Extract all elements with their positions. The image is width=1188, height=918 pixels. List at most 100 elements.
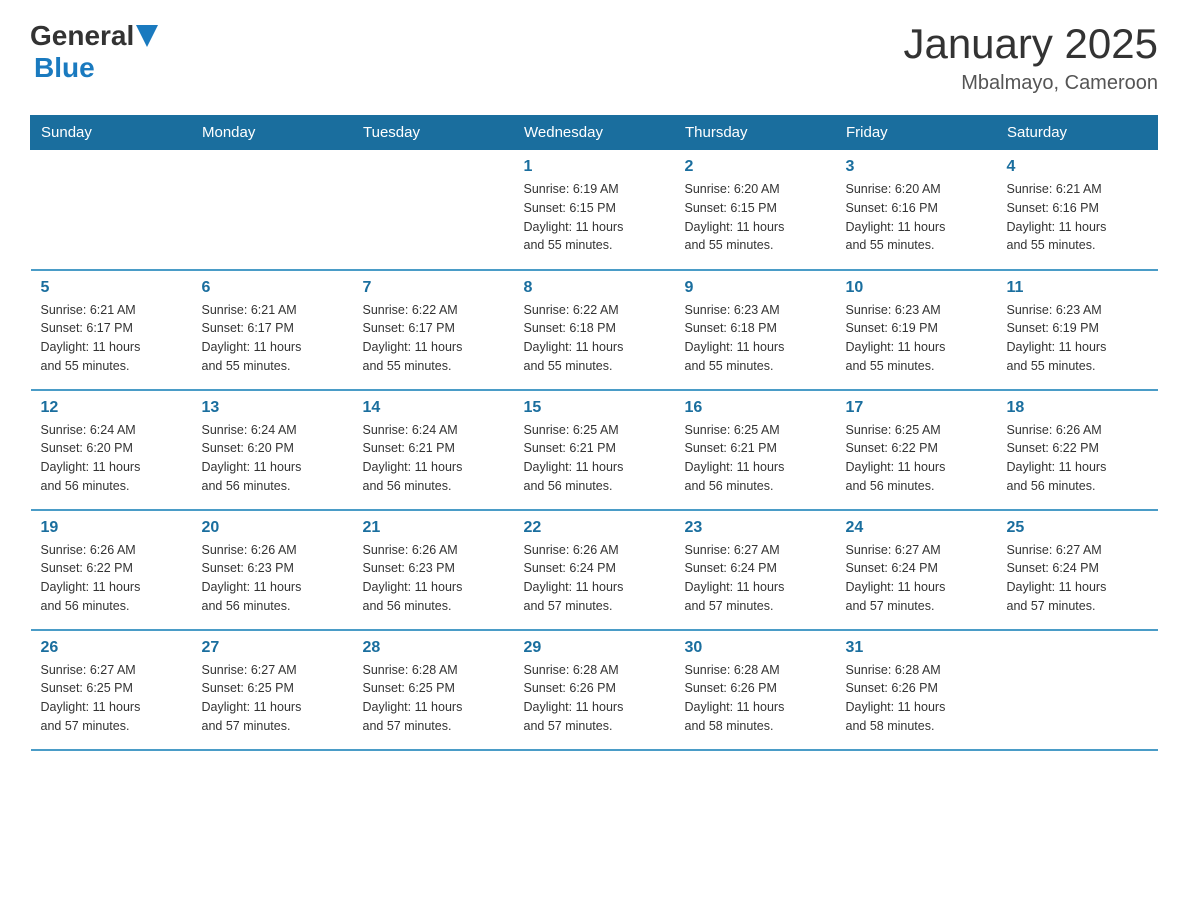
- table-row: 10Sunrise: 6:23 AMSunset: 6:19 PMDayligh…: [836, 270, 997, 390]
- day-info: Sunrise: 6:25 AMSunset: 6:21 PMDaylight:…: [524, 421, 665, 496]
- day-info: Sunrise: 6:23 AMSunset: 6:18 PMDaylight:…: [685, 301, 826, 376]
- day-number: 2: [685, 158, 826, 176]
- col-monday: Monday: [192, 116, 353, 150]
- day-info: Sunrise: 6:22 AMSunset: 6:17 PMDaylight:…: [363, 301, 504, 376]
- day-info: Sunrise: 6:19 AMSunset: 6:15 PMDaylight:…: [524, 180, 665, 255]
- table-row: [192, 150, 353, 270]
- col-tuesday: Tuesday: [353, 116, 514, 150]
- table-row: [31, 150, 192, 270]
- logo-general-text: General: [30, 20, 134, 52]
- day-number: 17: [846, 399, 987, 417]
- table-row: [997, 630, 1158, 750]
- calendar-subtitle: Mbalmayo, Cameroon: [903, 72, 1158, 95]
- table-row: 6 Sunrise: 6:21 AMSunset: 6:17 PMDaylight…: [192, 270, 353, 390]
- day-info: Sunrise: 6:27 AMSunset: 6:25 PMDaylight:…: [41, 661, 182, 736]
- day-info: Sunrise: 6:28 AMSunset: 6:26 PMDaylight:…: [685, 661, 826, 736]
- table-row: 21 Sunrise: 6:26 AMSunset: 6:23 PMDayligh…: [353, 510, 514, 630]
- logo-icon: [136, 25, 158, 47]
- day-number: 23: [685, 519, 826, 537]
- calendar-week-row: 26 Sunrise: 6:27 AMSunset: 6:25 PMDayligh…: [31, 630, 1158, 750]
- table-row: 12 Sunrise: 6:24 AMSunset: 6:20 PMDayligh…: [31, 390, 192, 510]
- logo: General Blue: [30, 20, 158, 84]
- day-number: 6: [202, 279, 343, 297]
- day-number: 5: [41, 279, 182, 297]
- day-number: 7: [363, 279, 504, 297]
- day-number: 14: [363, 399, 504, 417]
- calendar-week-row: 5 Sunrise: 6:21 AMSunset: 6:17 PMDaylight…: [31, 270, 1158, 390]
- table-row: 2 Sunrise: 6:20 AMSunset: 6:15 PMDaylight…: [675, 150, 836, 270]
- calendar-week-row: 1Sunrise: 6:19 AMSunset: 6:15 PMDaylight…: [31, 150, 1158, 270]
- table-row: 14 Sunrise: 6:24 AMSunset: 6:21 PMDayligh…: [353, 390, 514, 510]
- day-info: Sunrise: 6:27 AMSunset: 6:24 PMDaylight:…: [1007, 541, 1148, 616]
- day-info: Sunrise: 6:23 AMSunset: 6:19 PMDaylight:…: [846, 301, 987, 376]
- day-number: 4: [1007, 158, 1148, 176]
- day-number: 30: [685, 639, 826, 657]
- table-row: 9Sunrise: 6:23 AMSunset: 6:18 PMDaylight…: [675, 270, 836, 390]
- day-number: 3: [846, 158, 987, 176]
- table-row: 8 Sunrise: 6:22 AMSunset: 6:18 PMDaylight…: [514, 270, 675, 390]
- day-info: Sunrise: 6:25 AMSunset: 6:22 PMDaylight:…: [846, 421, 987, 496]
- table-row: 15 Sunrise: 6:25 AMSunset: 6:21 PMDayligh…: [514, 390, 675, 510]
- day-info: Sunrise: 6:27 AMSunset: 6:24 PMDaylight:…: [846, 541, 987, 616]
- day-info: Sunrise: 6:23 AMSunset: 6:19 PMDaylight:…: [1007, 301, 1148, 376]
- table-row: 3Sunrise: 6:20 AMSunset: 6:16 PMDaylight…: [836, 150, 997, 270]
- day-number: 18: [1007, 399, 1148, 417]
- calendar-title: January 2025: [903, 20, 1158, 68]
- calendar-week-row: 19 Sunrise: 6:26 AMSunset: 6:22 PMDayligh…: [31, 510, 1158, 630]
- calendar-header-row: Sunday Monday Tuesday Wednesday Thursday…: [31, 116, 1158, 150]
- table-row: 19 Sunrise: 6:26 AMSunset: 6:22 PMDayligh…: [31, 510, 192, 630]
- day-info: Sunrise: 6:26 AMSunset: 6:22 PMDaylight:…: [1007, 421, 1148, 496]
- table-row: 5 Sunrise: 6:21 AMSunset: 6:17 PMDaylight…: [31, 270, 192, 390]
- day-info: Sunrise: 6:20 AMSunset: 6:15 PMDaylight:…: [685, 180, 826, 255]
- day-info: Sunrise: 6:27 AMSunset: 6:25 PMDaylight:…: [202, 661, 343, 736]
- day-info: Sunrise: 6:22 AMSunset: 6:18 PMDaylight:…: [524, 301, 665, 376]
- day-number: 22: [524, 519, 665, 537]
- day-number: 26: [41, 639, 182, 657]
- title-section: January 2025 Mbalmayo, Cameroon: [903, 20, 1158, 95]
- day-number: 13: [202, 399, 343, 417]
- day-number: 27: [202, 639, 343, 657]
- day-number: 29: [524, 639, 665, 657]
- table-row: 20Sunrise: 6:26 AMSunset: 6:23 PMDayligh…: [192, 510, 353, 630]
- table-row: 24Sunrise: 6:27 AMSunset: 6:24 PMDayligh…: [836, 510, 997, 630]
- col-wednesday: Wednesday: [514, 116, 675, 150]
- day-number: 16: [685, 399, 826, 417]
- col-saturday: Saturday: [997, 116, 1158, 150]
- day-number: 31: [846, 639, 987, 657]
- day-info: Sunrise: 6:25 AMSunset: 6:21 PMDaylight:…: [685, 421, 826, 496]
- table-row: 27 Sunrise: 6:27 AMSunset: 6:25 PMDayligh…: [192, 630, 353, 750]
- day-info: Sunrise: 6:26 AMSunset: 6:23 PMDaylight:…: [202, 541, 343, 616]
- col-friday: Friday: [836, 116, 997, 150]
- col-sunday: Sunday: [31, 116, 192, 150]
- day-number: 12: [41, 399, 182, 417]
- day-number: 19: [41, 519, 182, 537]
- table-row: 18 Sunrise: 6:26 AMSunset: 6:22 PMDayligh…: [997, 390, 1158, 510]
- calendar-week-row: 12 Sunrise: 6:24 AMSunset: 6:20 PMDayligh…: [31, 390, 1158, 510]
- table-row: 17 Sunrise: 6:25 AMSunset: 6:22 PMDayligh…: [836, 390, 997, 510]
- table-row: 28Sunrise: 6:28 AMSunset: 6:25 PMDayligh…: [353, 630, 514, 750]
- day-number: 8: [524, 279, 665, 297]
- table-row: 4 Sunrise: 6:21 AMSunset: 6:16 PMDaylight…: [997, 150, 1158, 270]
- day-info: Sunrise: 6:27 AMSunset: 6:24 PMDaylight:…: [685, 541, 826, 616]
- day-info: Sunrise: 6:26 AMSunset: 6:23 PMDaylight:…: [363, 541, 504, 616]
- table-row: 29Sunrise: 6:28 AMSunset: 6:26 PMDayligh…: [514, 630, 675, 750]
- table-row: 16 Sunrise: 6:25 AMSunset: 6:21 PMDayligh…: [675, 390, 836, 510]
- day-info: Sunrise: 6:26 AMSunset: 6:24 PMDaylight:…: [524, 541, 665, 616]
- day-info: Sunrise: 6:26 AMSunset: 6:22 PMDaylight:…: [41, 541, 182, 616]
- table-row: 23 Sunrise: 6:27 AMSunset: 6:24 PMDayligh…: [675, 510, 836, 630]
- day-number: 21: [363, 519, 504, 537]
- table-row: 25Sunrise: 6:27 AMSunset: 6:24 PMDayligh…: [997, 510, 1158, 630]
- day-info: Sunrise: 6:21 AMSunset: 6:17 PMDaylight:…: [202, 301, 343, 376]
- day-info: Sunrise: 6:24 AMSunset: 6:21 PMDaylight:…: [363, 421, 504, 496]
- day-info: Sunrise: 6:21 AMSunset: 6:16 PMDaylight:…: [1007, 180, 1148, 255]
- day-number: 15: [524, 399, 665, 417]
- day-info: Sunrise: 6:21 AMSunset: 6:17 PMDaylight:…: [41, 301, 182, 376]
- table-row: 22 Sunrise: 6:26 AMSunset: 6:24 PMDayligh…: [514, 510, 675, 630]
- table-row: 11 Sunrise: 6:23 AMSunset: 6:19 PMDayligh…: [997, 270, 1158, 390]
- table-row: 30 Sunrise: 6:28 AMSunset: 6:26 PMDayligh…: [675, 630, 836, 750]
- col-thursday: Thursday: [675, 116, 836, 150]
- day-info: Sunrise: 6:24 AMSunset: 6:20 PMDaylight:…: [41, 421, 182, 496]
- table-row: 7 Sunrise: 6:22 AMSunset: 6:17 PMDaylight…: [353, 270, 514, 390]
- table-row: 26 Sunrise: 6:27 AMSunset: 6:25 PMDayligh…: [31, 630, 192, 750]
- day-number: 11: [1007, 279, 1148, 297]
